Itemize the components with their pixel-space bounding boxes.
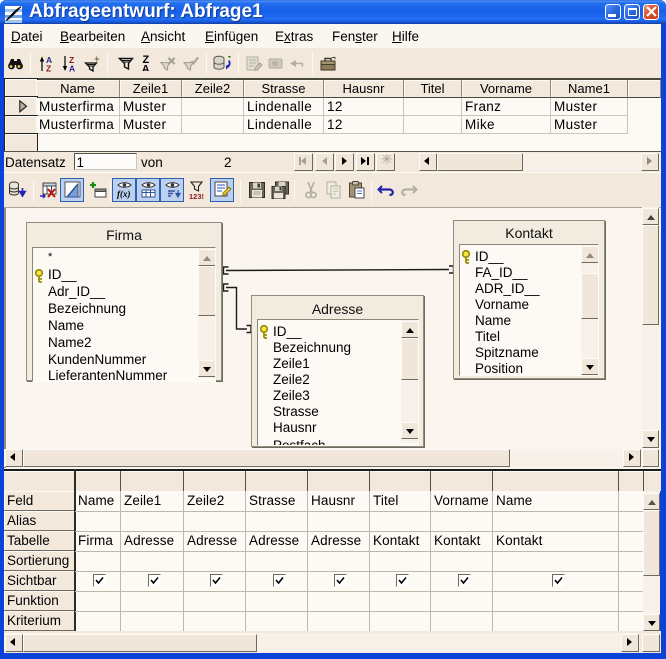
svg-text:123!: 123! — [189, 192, 204, 200]
svg-text:Z: Z — [46, 64, 51, 73]
svg-text:f(x): f(x) — [117, 189, 131, 199]
svg-text:A: A — [142, 64, 150, 72]
svg-text:A: A — [69, 64, 75, 73]
